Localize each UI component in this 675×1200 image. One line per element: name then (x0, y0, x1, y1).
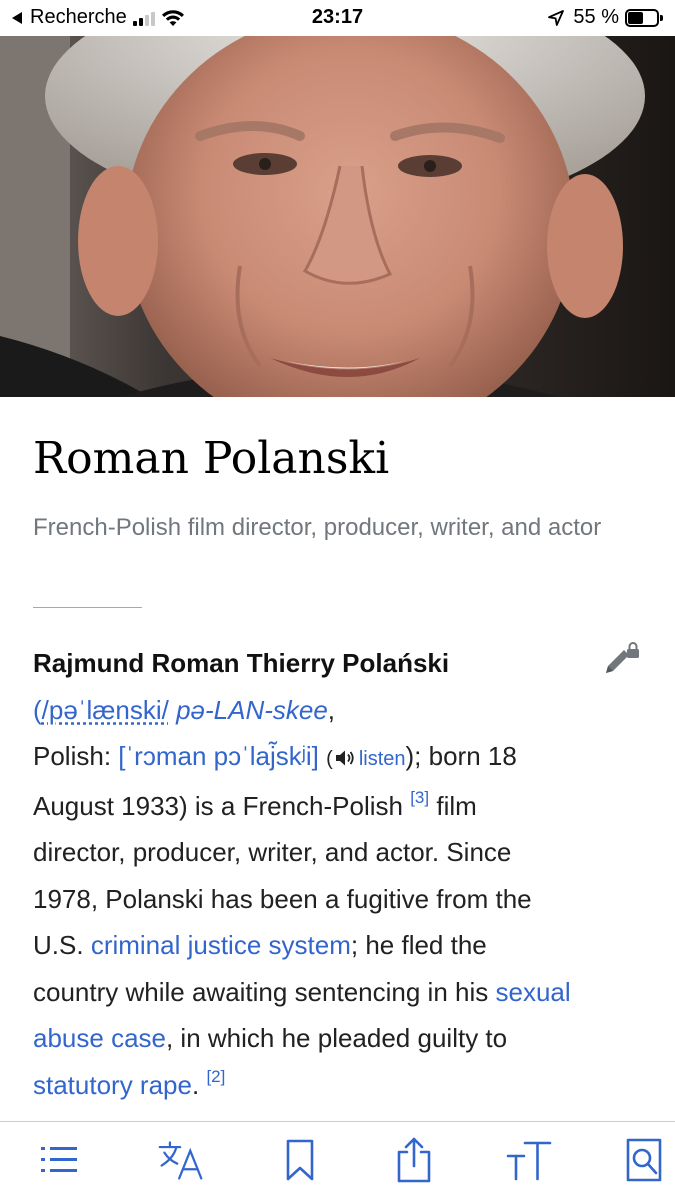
born-text: ); born 18 (405, 741, 517, 771)
para-line-6: 1978, Polanski has been a fugitive from … (33, 883, 532, 914)
battery-icon (625, 8, 665, 27)
article-description: French-Polish film director, producer, w… (33, 514, 602, 541)
share-button[interactable] (390, 1136, 438, 1184)
title-divider (33, 607, 142, 608)
comma-text: , (327, 694, 336, 725)
para-line-4: August 1933) is a French-Polish [3] film (33, 783, 648, 830)
criminal-justice-link[interactable]: criminal justice system (91, 930, 351, 960)
share-icon (397, 1137, 431, 1183)
lead-image[interactable] (0, 36, 675, 397)
text-size-button[interactable] (505, 1136, 553, 1184)
period-text: . (191, 1069, 200, 1100)
find-in-page-button[interactable] (620, 1136, 668, 1184)
page-title: Roman Polanski (33, 433, 390, 484)
language-icon (158, 1141, 203, 1180)
reference-3-link[interactable]: [3] (410, 788, 429, 807)
listen-paren-open: ( (326, 748, 333, 770)
language-button[interactable] (157, 1136, 205, 1184)
bottom-toolbar (0, 1121, 675, 1200)
para-line-1: Rajmund Roman Thierry Polański (33, 640, 648, 687)
para-line-10: statutory rape. [2] (33, 1062, 648, 1109)
pleaded-text: , in which he pleaded guilty to (165, 1023, 508, 1053)
bookmark-icon (286, 1139, 314, 1181)
speaker-icon[interactable] (335, 749, 357, 767)
table-of-contents-button[interactable] (35, 1136, 83, 1184)
para-line-3: Polish: [ˈrɔman pɔˈlaj͂skʲi] ( listen); … (33, 733, 648, 783)
status-right-group: 55 % (547, 6, 665, 29)
para-line-9: abuse case, in which he pleaded guilty t… (33, 1015, 648, 1062)
fled-text: ; he fled the (350, 930, 487, 960)
text-size-icon (506, 1141, 552, 1181)
bookmark-button[interactable] (276, 1136, 324, 1184)
find-in-page-icon (626, 1138, 662, 1182)
born-rest-text: August 1933) is a French-Polish (33, 790, 403, 821)
portrait-photo (0, 36, 675, 397)
abuse-case-link[interactable]: abuse case (33, 1023, 166, 1053)
reference-2-link[interactable]: [2] (206, 1067, 225, 1086)
film-text: film (436, 790, 477, 821)
para-line-2: (/pəˈlænski/ pə-LAN-skee, (33, 687, 648, 734)
ipa-english-link[interactable]: /pəˈlænski/ (42, 695, 169, 725)
sexual-link[interactable]: sexual (496, 977, 571, 1007)
location-arrow-icon (548, 9, 565, 26)
polish-label: Polish: (33, 741, 112, 771)
status-bar: Recherche 23:17 55 % (0, 0, 675, 36)
para-line-7: U.S. criminal justice system; he fled th… (33, 922, 648, 969)
subject-full-name: Rajmund Roman Thierry Polański (33, 648, 450, 678)
para-line-5: director, producer, writer, and actor. S… (33, 837, 512, 867)
paren-open: ( (33, 694, 42, 725)
battery-percent: 55 % (573, 6, 619, 28)
table-of-contents-icon (41, 1147, 77, 1172)
us-text: U.S. (33, 930, 84, 960)
lead-paragraph: Rajmund Roman Thierry Polański (/pəˈlæns… (33, 640, 648, 1108)
awaiting-text: country while awaiting sentencing in his (33, 976, 489, 1007)
respelling-link[interactable]: pə-LAN-skee (176, 695, 328, 725)
listen-link[interactable]: listen (359, 748, 406, 770)
statutory-rape-link[interactable]: statutory rape (33, 1070, 192, 1100)
para-line-8: country while awaiting sentencing in his… (33, 969, 648, 1016)
ipa-polish-link[interactable]: [ˈrɔman pɔˈlaj͂skʲi] (118, 741, 319, 771)
